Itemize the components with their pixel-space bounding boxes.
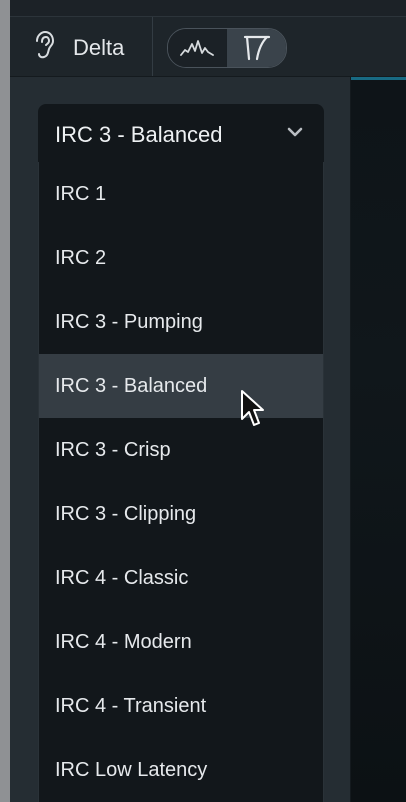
view-toggle — [167, 28, 287, 68]
dropdown-selected-value: IRC 3 - Balanced — [55, 122, 223, 147]
delta-label: Delta — [73, 35, 125, 60]
dropdown-option[interactable]: IRC 4 - Transient — [39, 674, 323, 738]
delta-toggle-button[interactable]: Delta — [10, 17, 153, 76]
window-edge — [0, 0, 10, 802]
filter-curve-icon — [243, 35, 270, 61]
irc-mode-dropdown[interactable]: IRC 3 - Balanced — [38, 104, 324, 163]
dropdown-option[interactable]: IRC 4 - Modern — [39, 610, 323, 674]
dropdown-option[interactable]: IRC 3 - Clipping — [39, 482, 323, 546]
top-strip — [10, 0, 406, 17]
chevron-down-icon — [287, 127, 303, 137]
waveform-view-button[interactable] — [168, 29, 226, 67]
dropdown-option[interactable]: IRC 2 — [39, 226, 323, 290]
dropdown-list: IRC 1 IRC 2 IRC 3 - Pumping IRC 3 - Bala… — [38, 162, 324, 802]
display-accent-line — [351, 77, 406, 80]
dropdown-option[interactable]: IRC 3 - Crisp — [39, 418, 323, 482]
dropdown-option[interactable]: IRC 1 — [39, 162, 323, 226]
dropdown-option[interactable]: IRC 3 - Pumping — [39, 290, 323, 354]
app-window: Delta IRC 3 - Balanced IRC 1 IRC 2 IRC 3… — [0, 0, 406, 802]
filter-view-button[interactable] — [227, 29, 286, 67]
dropdown-option-hovered[interactable]: IRC 3 - Balanced — [39, 354, 323, 418]
ear-icon — [36, 30, 55, 59]
toolbar: Delta — [10, 17, 406, 77]
meter-display — [350, 77, 406, 802]
dropdown-option[interactable]: IRC 4 - Classic — [39, 546, 323, 610]
dropdown-option[interactable]: IRC Low Latency — [39, 738, 323, 802]
waveform-icon — [180, 40, 214, 56]
